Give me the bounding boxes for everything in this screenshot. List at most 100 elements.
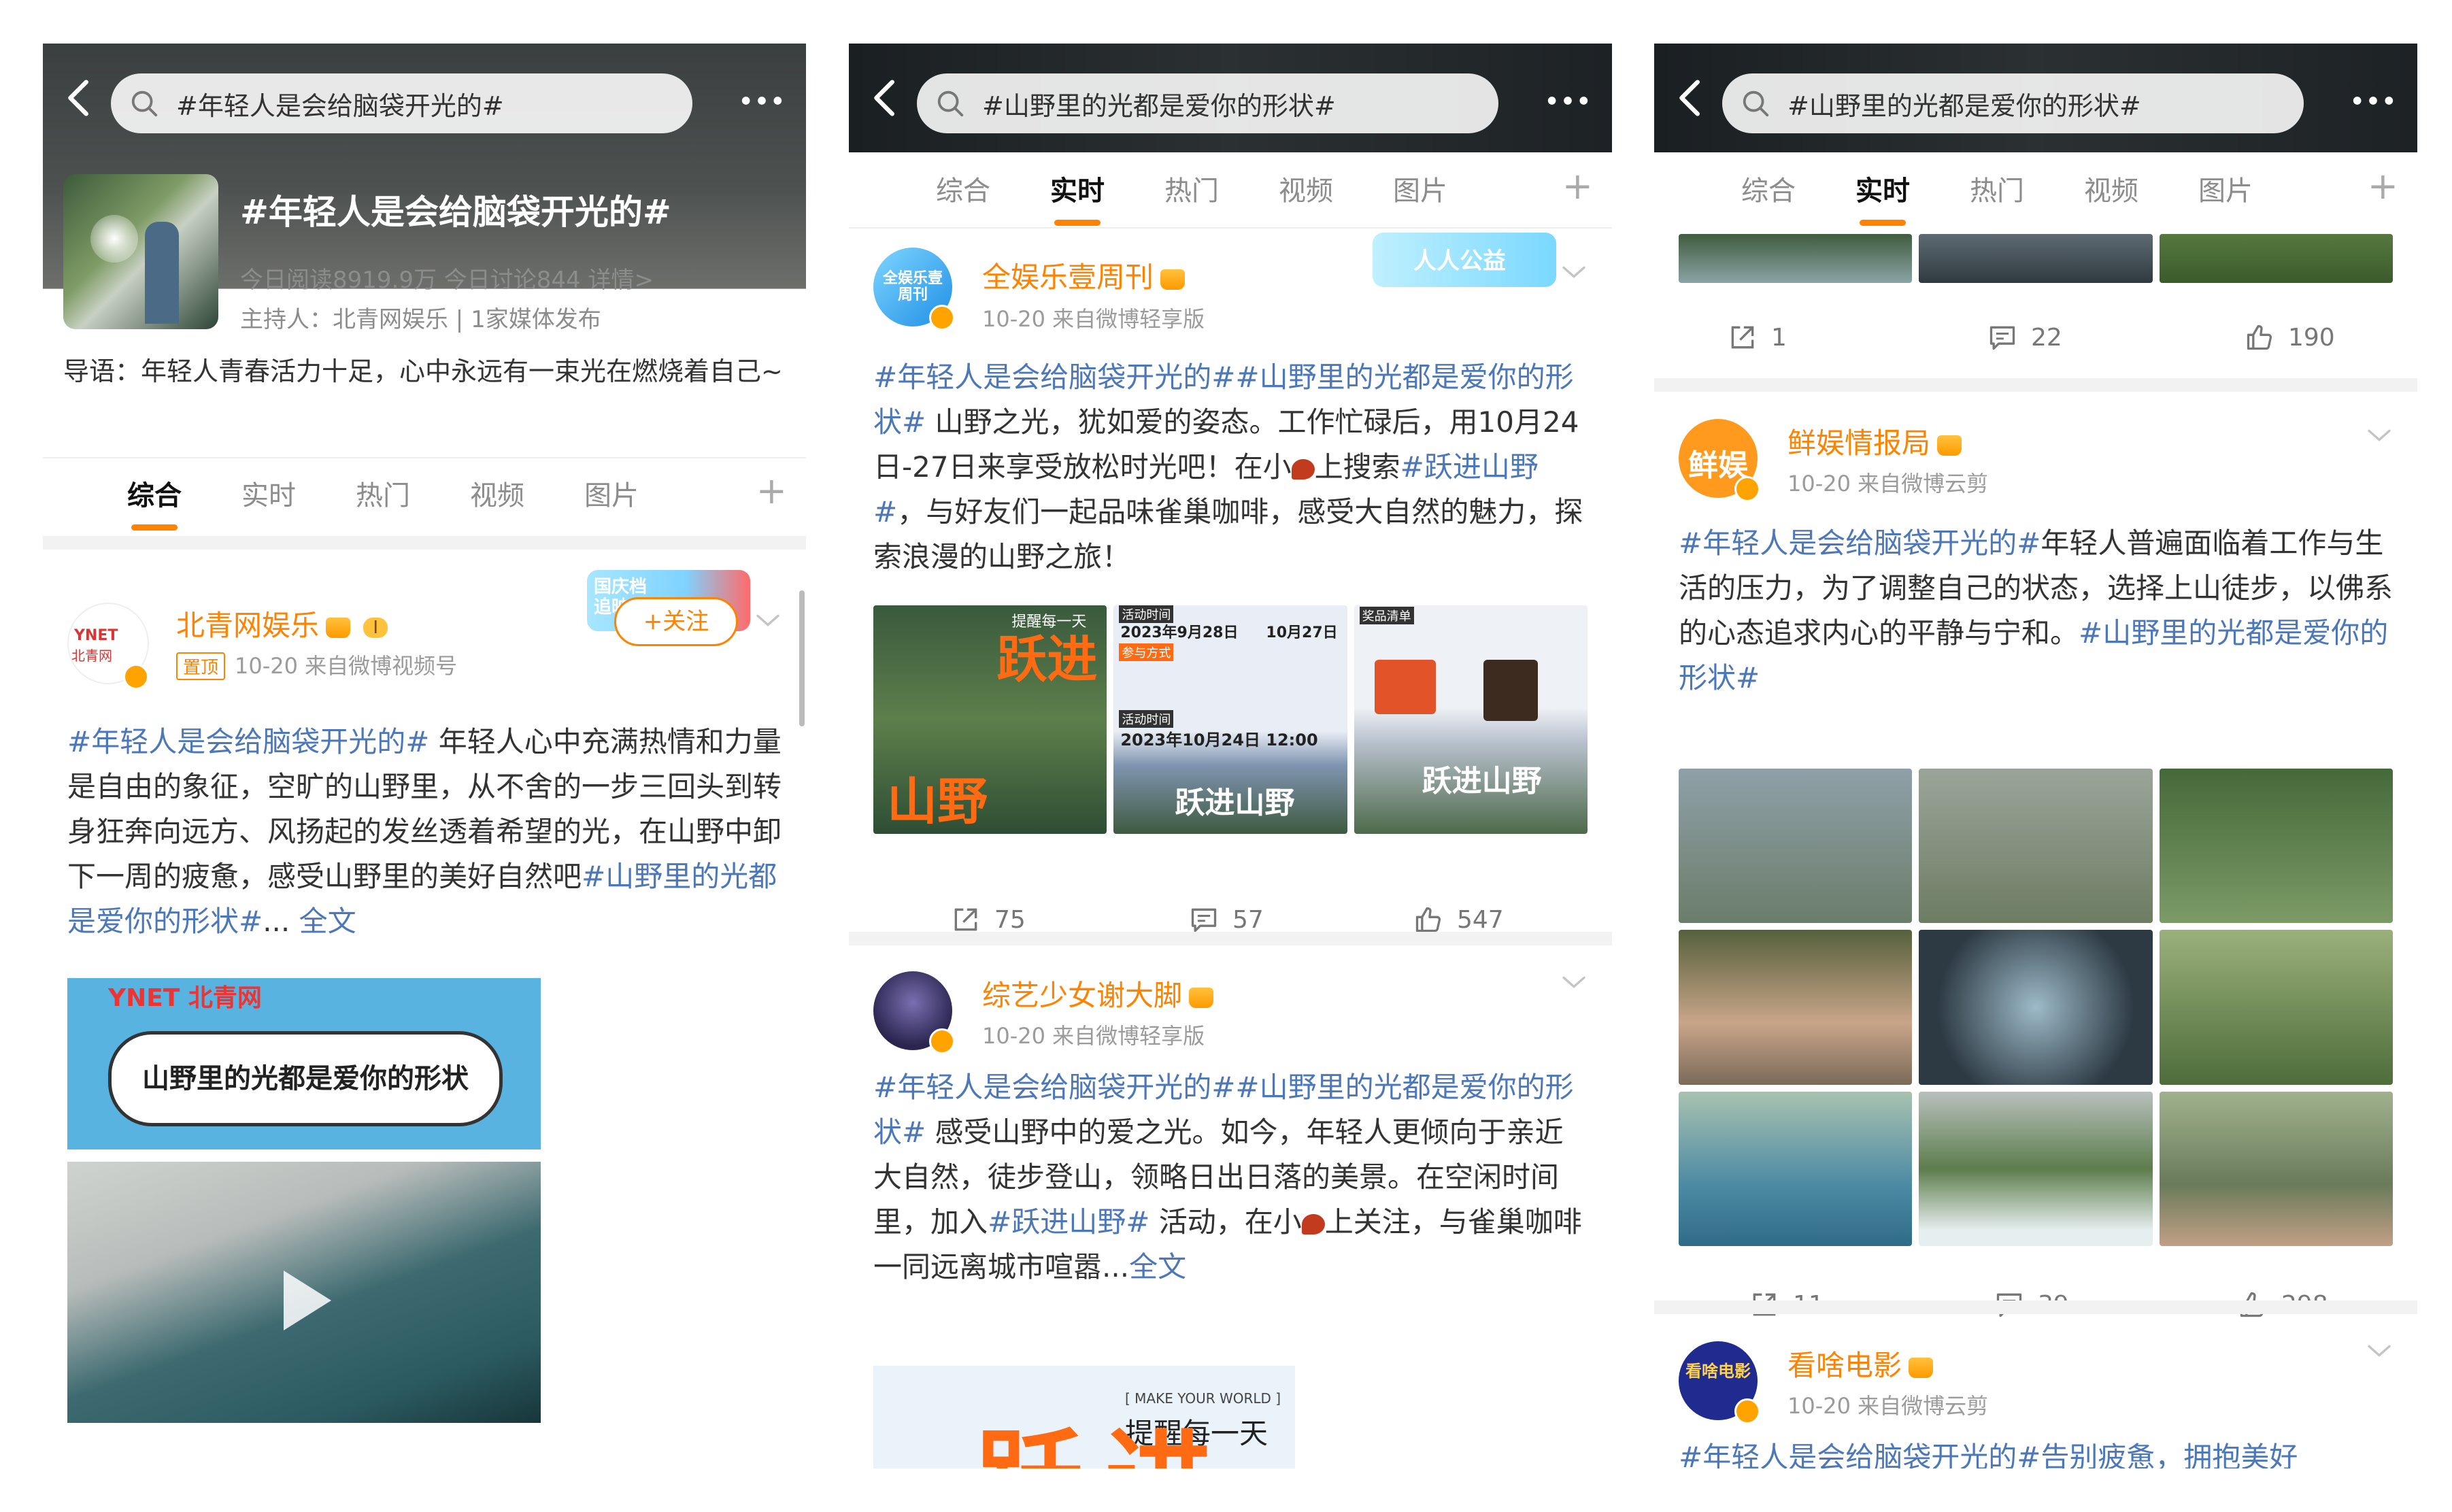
hashtag-link[interactable]: #跃进山野# bbox=[988, 1205, 1149, 1239]
user-name[interactable]: 全娱乐壹周刊 bbox=[982, 254, 1186, 296]
user-name-text[interactable]: 综艺少女谢大脚 bbox=[982, 979, 1182, 1012]
user-name-text[interactable]: 全娱乐壹周刊 bbox=[982, 261, 1154, 294]
tab-realtime[interactable]: 实时 bbox=[1855, 169, 1910, 226]
post-image[interactable] bbox=[2159, 930, 2393, 1085]
tab-hot[interactable]: 热门 bbox=[1970, 169, 2024, 208]
image-logo: 跃进山野 bbox=[1422, 764, 1542, 799]
repost-icon bbox=[1728, 322, 1758, 352]
more-icon[interactable] bbox=[738, 80, 786, 121]
read-more-link[interactable]: 全文 bbox=[299, 905, 356, 938]
tab-video[interactable]: 视频 bbox=[2084, 169, 2138, 208]
chevron-down-icon[interactable] bbox=[2366, 427, 2393, 443]
comment-button[interactable]: 22 bbox=[1987, 322, 2062, 352]
post-body: #年轻人是会给脑袋开光的#告别疲惫，拥抱美好 bbox=[1679, 1435, 2393, 1468]
tab-comprehensive[interactable]: 综合 bbox=[1741, 169, 1796, 208]
post-image[interactable]: 活动时间 2023年9月28日 10月27日 参与方式 活动时间 2023年10… bbox=[1113, 605, 1347, 834]
post-image[interactable] bbox=[1919, 769, 2153, 924]
verified-icon bbox=[1734, 1398, 1760, 1424]
user-name-text[interactable]: 鲜娱情报局 bbox=[1787, 426, 1930, 460]
tab-video[interactable]: 视频 bbox=[470, 473, 524, 513]
hashtag-link[interactable]: #年轻人是会给脑袋开光的# bbox=[1679, 526, 2040, 560]
search-input[interactable]: #山野里的光都是爱你的形状# bbox=[982, 85, 1336, 122]
post-image[interactable]: 奖品清单 跃进山野 bbox=[1354, 605, 1588, 834]
search-bar[interactable]: #年轻人是会给脑袋开光的# bbox=[111, 73, 692, 133]
post-image[interactable] bbox=[1679, 769, 1913, 924]
search-input[interactable]: #山野里的光都是爱你的形状# bbox=[1787, 85, 2141, 122]
more-icon[interactable] bbox=[2349, 80, 2397, 121]
video-card-cover[interactable]: YNET 北青网 山野里的光都是爱你的形状 bbox=[67, 978, 541, 1149]
back-icon[interactable] bbox=[1668, 71, 1715, 125]
image-grid bbox=[1679, 769, 2393, 1246]
scrollbar[interactable] bbox=[799, 590, 805, 726]
prize-image bbox=[1374, 660, 1436, 714]
user-name[interactable]: 综艺少女谢大脚 bbox=[982, 973, 1214, 1014]
chevron-down-icon[interactable] bbox=[754, 612, 782, 628]
divider bbox=[1654, 1300, 2417, 1314]
post-image[interactable] bbox=[2159, 1091, 2393, 1246]
tab-images[interactable]: 图片 bbox=[584, 473, 639, 513]
comment-button[interactable]: 57 bbox=[1189, 905, 1264, 935]
charity-badge-text: 人人公益 bbox=[1413, 248, 1506, 275]
tab-bar: 综合 实时 热门 视频 图片 + bbox=[1654, 152, 2417, 227]
follow-button[interactable]: +关注 bbox=[614, 597, 738, 646]
image-logo: 跃进山野 bbox=[1175, 786, 1295, 820]
post-image[interactable] bbox=[2159, 234, 2393, 283]
card-logo: YNET 北青网 bbox=[108, 984, 262, 1012]
more-icon[interactable] bbox=[1544, 80, 1592, 121]
topic-stats[interactable]: 今日阅读8919.9万 今日讨论844 详情> bbox=[240, 261, 654, 295]
post-meta: 10-20 来自微博轻享版 bbox=[982, 306, 1205, 332]
like-button[interactable]: 547 bbox=[1413, 905, 1504, 935]
hashtag-link[interactable]: #年轻人是会给脑袋开光的# bbox=[67, 725, 429, 758]
image-date: 10月27日 bbox=[1266, 624, 1338, 641]
back-icon[interactable] bbox=[862, 71, 910, 125]
search-bar[interactable]: #山野里的光都是爱你的形状# bbox=[917, 73, 1498, 133]
chevron-down-icon[interactable] bbox=[1560, 974, 1588, 990]
repost-icon bbox=[951, 905, 981, 935]
post-image[interactable] bbox=[1679, 1091, 1913, 1246]
post-body: #年轻人是会给脑袋开光的##山野里的光都是爱你的形状# 山野之光，犹如爱的姿态。… bbox=[873, 355, 1588, 579]
read-more-link[interactable]: 全文 bbox=[1129, 1250, 1186, 1283]
tab-hot[interactable]: 热门 bbox=[356, 473, 410, 513]
post-image[interactable]: [ MAKE YOUR WORLD ] 提醒每一天 跃进 bbox=[873, 1366, 1295, 1468]
tab-comprehensive[interactable]: 综合 bbox=[127, 473, 182, 531]
like-button[interactable]: 190 bbox=[2245, 322, 2335, 352]
post-image[interactable] bbox=[1919, 1091, 2153, 1246]
chevron-down-icon[interactable] bbox=[2366, 1343, 2393, 1359]
image-grid: 提醒每一天 跃进 山野 活动时间 2023年9月28日 10月27日 参与方式 … bbox=[873, 605, 1588, 834]
back-icon[interactable] bbox=[56, 71, 104, 125]
add-tab-icon[interactable]: + bbox=[756, 469, 787, 512]
post-image[interactable]: 提醒每一天 跃进 山野 bbox=[873, 605, 1107, 834]
tab-video[interactable]: 视频 bbox=[1279, 169, 1333, 208]
add-tab-icon[interactable]: + bbox=[1562, 165, 1593, 207]
tab-hot[interactable]: 热门 bbox=[1164, 169, 1219, 208]
repost-button[interactable]: 1 bbox=[1728, 322, 1787, 352]
repost-button[interactable]: 75 bbox=[951, 905, 1026, 935]
add-tab-icon[interactable]: + bbox=[2368, 165, 2398, 207]
user-name[interactable]: 北青网娱乐 I bbox=[176, 603, 388, 644]
tab-comprehensive[interactable]: 综合 bbox=[936, 169, 990, 208]
post-image[interactable] bbox=[2159, 769, 2393, 924]
user-name[interactable]: 鲜娱情报局 bbox=[1787, 420, 1962, 462]
tab-realtime[interactable]: 实时 bbox=[241, 473, 296, 513]
post-image[interactable] bbox=[1679, 930, 1913, 1085]
user-name[interactable]: 看啥电影 bbox=[1787, 1343, 1934, 1384]
topic-host: 主持人：北青网娱乐 | 1家媒体发布 bbox=[240, 306, 601, 333]
verified-icon bbox=[1734, 476, 1760, 502]
tab-images[interactable]: 图片 bbox=[1393, 169, 1447, 208]
user-name-text[interactable]: 北青网娱乐 bbox=[176, 609, 319, 642]
user-name-text[interactable]: 看啥电影 bbox=[1787, 1349, 1902, 1382]
post-image[interactable] bbox=[1919, 234, 2153, 283]
like-count: 547 bbox=[1457, 905, 1504, 934]
play-icon[interactable] bbox=[284, 1271, 331, 1330]
search-bar[interactable]: #山野里的光都是爱你的形状# bbox=[1722, 73, 2304, 133]
post-image[interactable] bbox=[1679, 234, 1913, 283]
crown-icon bbox=[1189, 987, 1214, 1008]
video-thumbnail[interactable] bbox=[67, 1162, 541, 1423]
chevron-down-icon[interactable] bbox=[1560, 264, 1588, 280]
divider bbox=[849, 932, 1612, 945]
search-input[interactable]: #年轻人是会给脑袋开光的# bbox=[176, 85, 504, 122]
tab-images[interactable]: 图片 bbox=[2198, 169, 2253, 208]
tab-realtime[interactable]: 实时 bbox=[1050, 169, 1105, 226]
search-results-panel: #山野里的光都是爱你的形状# 综合 实时 热门 视频 图片 + 全娱乐壹周刊 全… bbox=[849, 44, 1612, 1468]
post-image[interactable] bbox=[1919, 930, 2153, 1085]
